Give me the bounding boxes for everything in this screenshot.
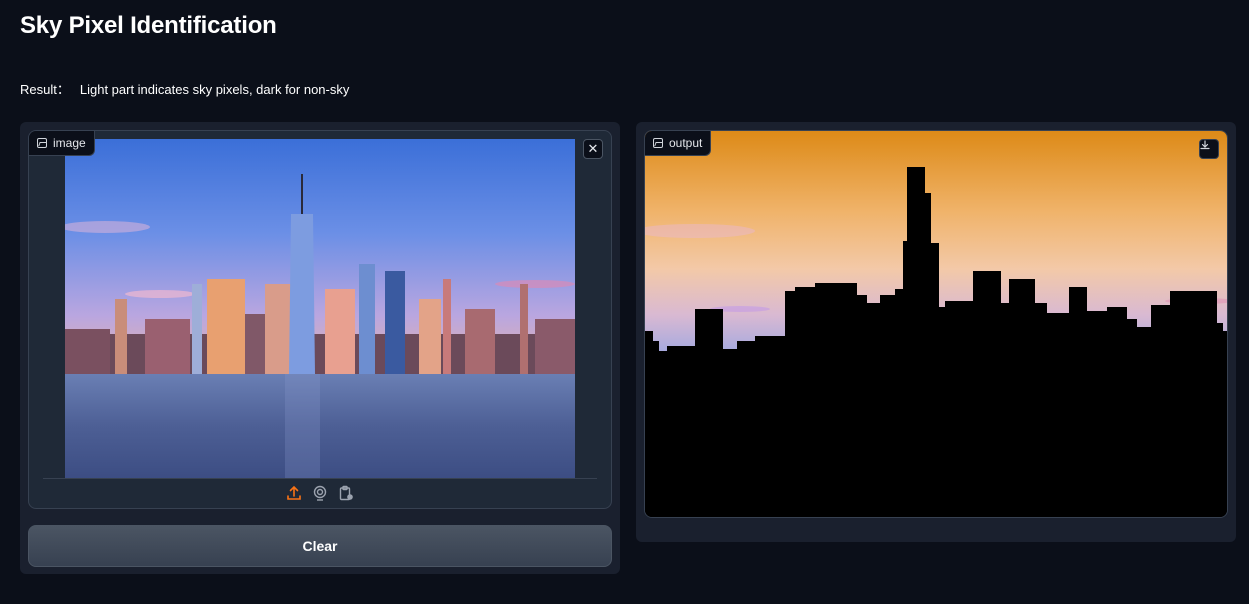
webcam-icon[interactable] (312, 485, 328, 501)
image-input[interactable]: image ✕ (28, 130, 612, 509)
input-image (65, 139, 575, 479)
image-icon (37, 138, 47, 148)
image-icon (653, 138, 663, 148)
input-panel: image ✕ Clear (20, 122, 620, 574)
image-label-chip: image (29, 131, 95, 156)
image-label: image (53, 136, 86, 150)
output-label-chip: output (645, 131, 712, 156)
result-text: Light part indicates sky pixels, dark fo… (79, 82, 350, 97)
clear-button[interactable]: Clear (28, 525, 612, 567)
page-title: Sky Pixel Identification (20, 12, 277, 39)
close-button[interactable]: ✕ (583, 139, 603, 159)
source-toolbar (29, 482, 611, 504)
output-image-container: output (644, 130, 1228, 518)
clipboard-icon[interactable] (338, 485, 354, 501)
result-description: Result： Light part indicates sky pixels, … (20, 79, 349, 98)
upload-icon[interactable] (286, 485, 302, 501)
sky-mask (645, 167, 1227, 517)
toolbar-divider (43, 478, 597, 479)
output-panel: output (636, 122, 1236, 542)
result-label: Result： (20, 82, 70, 97)
download-icon[interactable] (1199, 139, 1219, 159)
output-label: output (669, 136, 703, 150)
